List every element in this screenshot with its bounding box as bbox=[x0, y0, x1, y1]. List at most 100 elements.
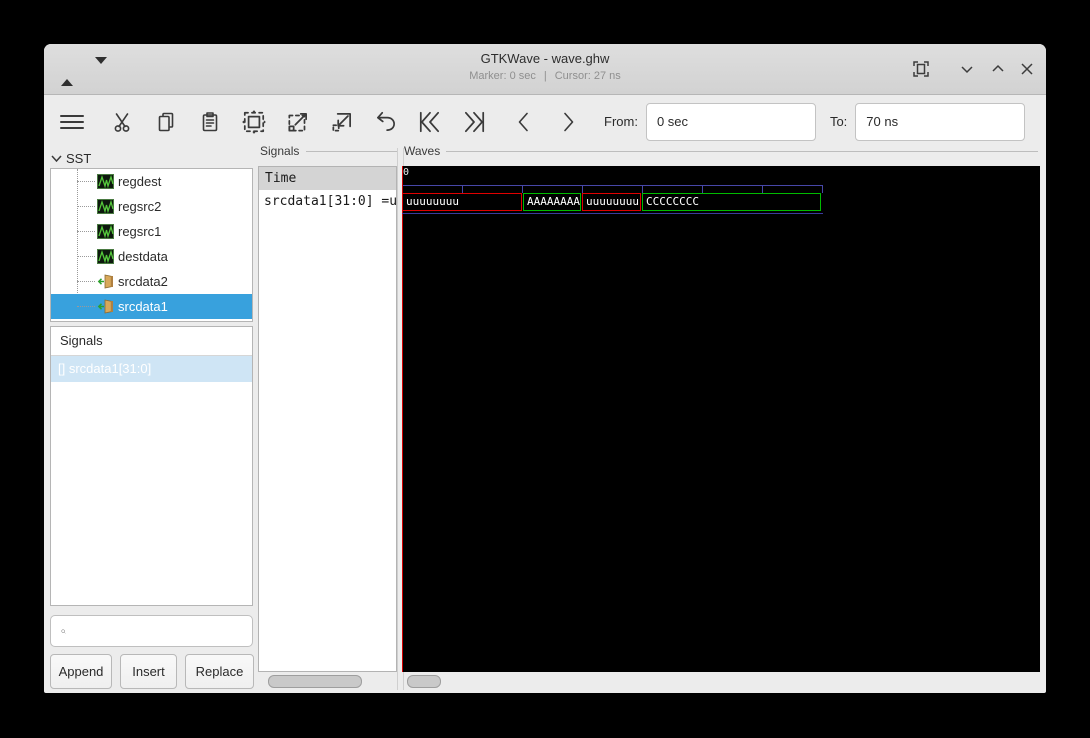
close-icon bbox=[1020, 62, 1034, 76]
cut-icon bbox=[110, 110, 134, 134]
paste-icon bbox=[198, 110, 222, 134]
expander-chevron-icon bbox=[50, 152, 63, 165]
from-label: From: bbox=[604, 114, 638, 129]
chevron-up-icon bbox=[990, 61, 1006, 77]
paste-button[interactable] bbox=[196, 107, 224, 137]
status-separator: | bbox=[544, 70, 547, 82]
wave-segment-3: uuuuuuuu bbox=[582, 193, 641, 211]
fullscreen-icon bbox=[912, 60, 930, 78]
wave-segment-1: uuuuuuuu bbox=[402, 193, 522, 211]
wave-segment-2: AAAAAAAA bbox=[523, 193, 581, 211]
cursor-status: Cursor: 27 ns bbox=[555, 70, 621, 82]
zoom-fit-icon bbox=[241, 109, 267, 135]
waves-frame-label: Waves bbox=[404, 144, 444, 158]
skip-to-end-icon bbox=[461, 109, 487, 135]
timescale-origin-label: 0 bbox=[403, 167, 409, 178]
zoom-fit-button[interactable] bbox=[240, 107, 268, 137]
wave-segment-4: CCCCCCCC bbox=[642, 193, 821, 211]
window-title: GTKWave - wave.ghw bbox=[44, 51, 1046, 66]
append-button[interactable]: Append bbox=[50, 654, 112, 689]
roll-up-button[interactable] bbox=[985, 57, 1011, 81]
gtkwave-window: GTKWave - wave.ghw Marker: 0 sec | Cursor:… bbox=[44, 44, 1046, 693]
signal-icon bbox=[97, 224, 114, 239]
trace-underline bbox=[402, 213, 823, 214]
tree-item-srcdata1-selected[interactable]: srcdata1 bbox=[51, 294, 252, 319]
to-input[interactable] bbox=[855, 103, 1025, 141]
step-forward-button[interactable] bbox=[554, 107, 582, 137]
port-icon bbox=[97, 299, 114, 314]
signals-list-header: Signals bbox=[51, 327, 252, 356]
undo-icon bbox=[373, 109, 399, 135]
waves-hscrollbar[interactable] bbox=[402, 672, 1040, 690]
signals-hscrollbar[interactable] bbox=[262, 672, 393, 690]
skip-to-start-icon bbox=[417, 109, 443, 135]
signal-icon bbox=[97, 199, 114, 214]
signal-search[interactable] bbox=[50, 615, 253, 647]
tree-stub bbox=[77, 306, 95, 307]
signal-value-row[interactable]: srcdata1[31:0] =uu bbox=[259, 190, 396, 213]
skip-to-start-button[interactable] bbox=[416, 107, 444, 137]
copy-icon bbox=[154, 110, 178, 134]
sst-tree-header[interactable]: SST bbox=[50, 148, 91, 168]
zoom-in-button[interactable] bbox=[284, 107, 312, 137]
replace-button[interactable]: Replace bbox=[185, 654, 254, 689]
signals-frame-label: Signals bbox=[260, 144, 303, 158]
reload-icon bbox=[1041, 108, 1046, 136]
search-input[interactable] bbox=[72, 618, 252, 644]
sst-tree: regdest regsrc2 regsrc1 destdata bbox=[50, 168, 253, 322]
menu-button[interactable] bbox=[58, 107, 86, 137]
reload-button[interactable] bbox=[1041, 107, 1046, 137]
signals-list-item-selected[interactable]: [] srcdata1[31:0] bbox=[51, 356, 252, 382]
menu-icon bbox=[58, 110, 86, 134]
time-header: Time bbox=[259, 167, 396, 190]
tree-item-destdata[interactable]: destdata bbox=[51, 244, 252, 269]
zoom-out-button[interactable] bbox=[328, 107, 356, 137]
signals-hscrollbar-thumb[interactable] bbox=[268, 675, 362, 688]
action-buttons: Append Insert Replace bbox=[50, 654, 254, 689]
waves-frame-rule bbox=[446, 151, 1038, 152]
time-ruler-ticks bbox=[402, 185, 823, 193]
tree-item-regsrc1[interactable]: regsrc1 bbox=[51, 219, 252, 244]
copy-button[interactable] bbox=[152, 107, 180, 137]
step-back-button[interactable] bbox=[510, 107, 538, 137]
window-status: Marker: 0 sec | Cursor: 27 ns bbox=[44, 70, 1046, 82]
toolbar: From: To: bbox=[44, 95, 1046, 148]
skip-to-end-button[interactable] bbox=[460, 107, 488, 137]
marker-line bbox=[402, 166, 403, 672]
tree-stub bbox=[77, 256, 95, 257]
wave-canvas[interactable]: 0 uuuuuuuu AAAAAAAA uuuuuuuu CCCCCCCC bbox=[402, 166, 1040, 672]
sst-label: SST bbox=[66, 151, 91, 166]
zoom-in-icon bbox=[285, 109, 311, 135]
signal-icon bbox=[97, 174, 114, 189]
zoom-out-icon bbox=[329, 109, 355, 135]
signals-list-panel: Signals [] srcdata1[31:0] bbox=[50, 326, 253, 606]
signals-frame-rule bbox=[306, 151, 397, 152]
chevron-down-icon bbox=[959, 61, 975, 77]
cut-button[interactable] bbox=[108, 107, 136, 137]
close-button[interactable] bbox=[1014, 57, 1040, 81]
chevron-right-icon bbox=[556, 109, 580, 135]
tree-item-srcdata2[interactable]: srcdata2 bbox=[51, 269, 252, 294]
tree-item-regsrc2[interactable]: regsrc2 bbox=[51, 194, 252, 219]
marker-status: Marker: 0 sec bbox=[469, 70, 536, 82]
fullscreen-button[interactable] bbox=[908, 57, 934, 81]
search-icon bbox=[61, 624, 66, 639]
signals-name-panel[interactable]: Time srcdata1[31:0] =uu bbox=[258, 166, 397, 672]
tree-stub bbox=[77, 206, 95, 207]
tree-item-regdest[interactable]: regdest bbox=[51, 169, 252, 194]
port-icon bbox=[97, 274, 114, 289]
tree-stub bbox=[77, 181, 95, 182]
signal-icon bbox=[97, 249, 114, 264]
sidebar: SST regdest regsrc2 regsrc1 bbox=[50, 148, 253, 690]
desktop-background: GTKWave - wave.ghw Marker: 0 sec | Cursor:… bbox=[0, 0, 1090, 738]
tree-stub bbox=[77, 281, 95, 282]
insert-button[interactable]: Insert bbox=[120, 654, 177, 689]
chevron-left-icon bbox=[512, 109, 536, 135]
undo-button[interactable] bbox=[372, 107, 400, 137]
tree-stub bbox=[77, 231, 95, 232]
titlebar[interactable]: GTKWave - wave.ghw Marker: 0 sec | Cursor:… bbox=[44, 44, 1046, 95]
waves-hscrollbar-thumb[interactable] bbox=[407, 675, 441, 688]
to-label: To: bbox=[830, 114, 847, 129]
roll-down-button[interactable] bbox=[954, 57, 980, 81]
from-input[interactable] bbox=[646, 103, 816, 141]
